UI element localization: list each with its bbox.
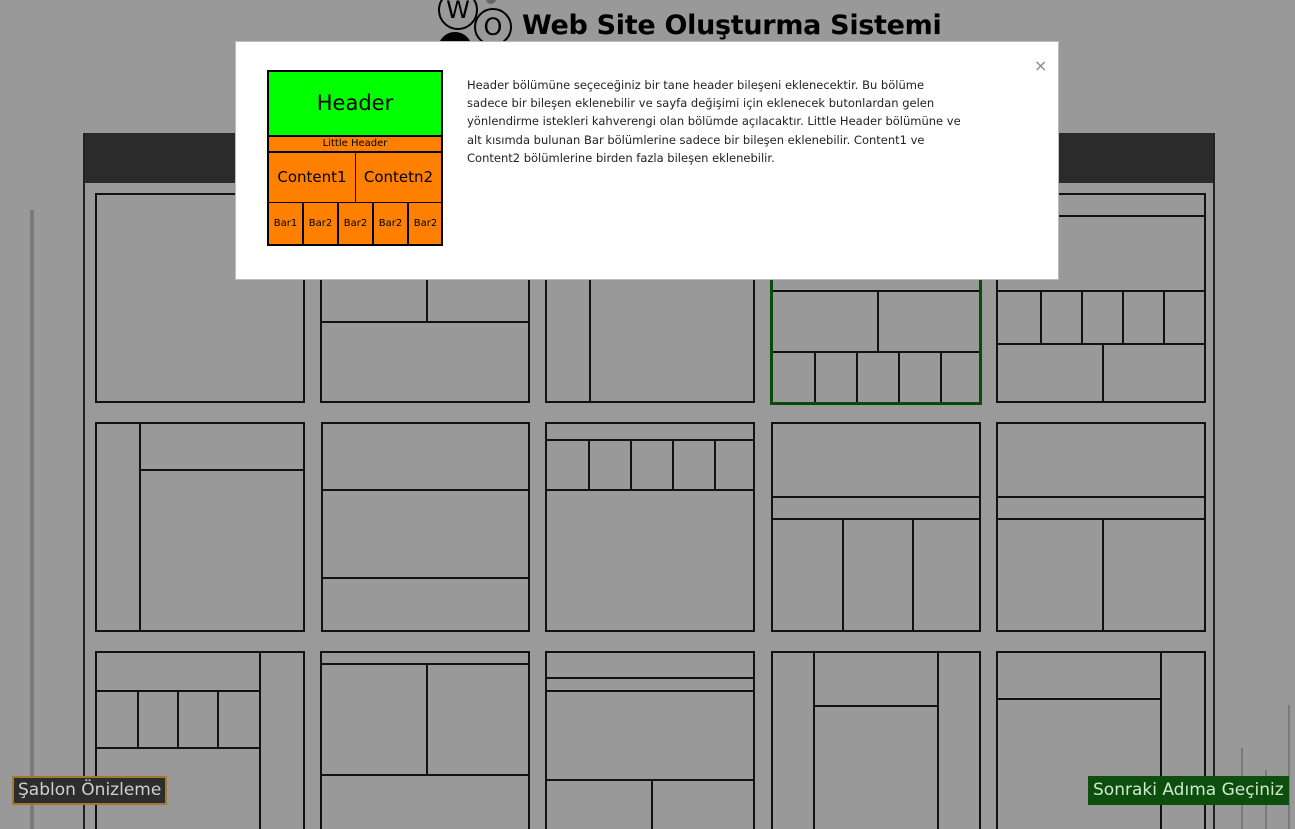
left-scroll-track: [30, 210, 34, 829]
diagram-content1: Content1: [268, 152, 356, 203]
modal-description: Header bölümüne seçeceğiniz bir tane hea…: [467, 78, 961, 165]
diagram-header: Header: [268, 71, 442, 136]
template-12[interactable]: [320, 651, 530, 829]
template-9[interactable]: [771, 422, 981, 632]
diagram-content2: Contetn2: [355, 152, 442, 203]
diagram-bar-4: Bar2: [373, 202, 408, 246]
logo-dot: [486, 0, 496, 4]
diagram-little-header: Little Header: [268, 136, 442, 152]
template-8[interactable]: [545, 422, 755, 632]
info-modal: × Header Little Header Content1 Contetn2…: [235, 41, 1059, 280]
template-preview-button[interactable]: Şablon Önizleme: [12, 776, 168, 805]
logo-letter-w: W: [438, 0, 478, 30]
diagram-bar-1: Bar1: [268, 202, 303, 246]
diagram-bar-5: Bar2: [408, 202, 443, 246]
site-title: Web Site Oluşturma Sistemi: [522, 10, 942, 41]
template-13[interactable]: [545, 651, 755, 829]
template-10[interactable]: [996, 422, 1206, 632]
layout-diagram: Header Little Header Content1 Contetn2 B…: [267, 70, 443, 246]
template-6[interactable]: [95, 422, 305, 632]
right-scroll-track: [1288, 705, 1290, 829]
diagram-bar-2: Bar2: [303, 202, 338, 246]
next-step-button[interactable]: Sonraki Adıma Geçiniz: [1088, 776, 1289, 805]
diagram-bar-3: Bar2: [338, 202, 373, 246]
template-14[interactable]: [771, 651, 981, 829]
close-icon[interactable]: ×: [1034, 56, 1047, 75]
template-7[interactable]: [321, 422, 530, 632]
